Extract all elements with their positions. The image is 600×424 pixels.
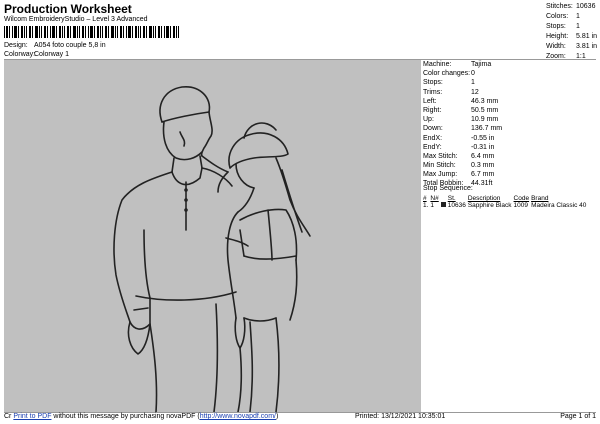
page-number: Page 1 of 1 [560,413,596,420]
detail-value: 50.5 mm [471,106,499,114]
cell-num: 1. [423,202,429,209]
detail-label: Max Jump: [423,171,458,179]
detail-value: 12 [471,88,479,96]
detail-row: Up: 10.9 mm [423,115,596,124]
detail-row: Machine: Tajima [423,60,596,69]
col-header: Description [467,195,501,202]
color-swatch [440,202,446,207]
stat-value: 1 [576,23,580,30]
page-title: Production Worksheet [4,2,132,16]
detail-value: 46.3 mm [471,97,499,105]
stat-row: Stops: 1 [546,22,597,32]
stat-value: 10636 [576,3,596,10]
table-row: 1. 1 10636 Sapphire Black 1009 Madeira C… [423,202,588,209]
detail-label: Left: [423,97,437,105]
detail-label: Down: [423,125,443,133]
detail-row: Stops: 1 [423,78,596,87]
software-name: Wilcom EmbroideryStudio – Level 3 Advanc… [4,16,148,23]
detail-row: Max Stitch: 6.4 mm [423,152,596,161]
detail-label: EndX: [423,134,443,142]
stat-value: 5.81 in [576,33,598,40]
detail-label: Max Stitch: [423,152,458,160]
design-preview [4,60,421,413]
detail-label: Trims: [423,88,443,96]
stat-row: Stitches: 10636 [546,2,597,12]
detail-value: 10.9 mm [471,116,499,124]
detail-label: Machine: [423,61,452,68]
detail-label: EndY: [423,143,442,151]
col-header [441,195,448,202]
stat-label: Height: [546,33,569,40]
stat-row: Height: 5.81 in [546,32,597,42]
detail-row: Color changes: 0 [423,69,596,78]
detail-value: 44.31ft [471,180,493,188]
detail-row: EndY: -0.31 in [423,143,596,152]
cell-n: 1 [430,202,435,209]
detail-row: EndX: -0.55 in [423,134,596,143]
footer-text: without this message by purchasing novaP… [51,413,200,420]
stop-sequence-heading: Stop Sequence: [423,185,473,192]
detail-label: Stops: [423,79,443,87]
detail-value: 6.7 mm [471,171,495,179]
stat-value: 3.81 in [576,43,598,50]
cell-description: Sapphire Black [467,202,512,209]
detail-label: Up: [423,116,434,124]
footer-prefix: Cr [4,413,12,420]
col-header: # [423,195,427,202]
detail-value: -0.55 in [471,134,495,142]
footer-suffix: ) [275,413,279,420]
detail-row: Max Jump: 6.7 mm [423,170,596,179]
detail-label: Right: [423,106,442,114]
stat-label: Colors: [546,13,569,20]
novapdf-link[interactable]: http://www.novapdf.com/ [200,413,276,420]
col-header: N# [430,195,439,202]
design-label: Design: [4,42,28,49]
printed-timestamp: Printed: 13/12/2021 10:35:01 [355,413,446,420]
cell-brand: Madeira Classic 40 [531,202,587,209]
stop-sequence-table: # N# St. Description Code Brand 1. 1 106… [423,195,588,209]
detail-value: -0.31 in [471,143,495,151]
stat-value: 1 [576,13,580,20]
detail-value: Tajima [471,61,492,68]
detail-row: Right: 50.5 mm [423,106,596,115]
col-header: St. [447,195,456,202]
detail-row: Trims: 12 [423,88,596,97]
detail-row: Down: 136.7 mm [423,124,596,133]
summary-stats: Stitches: 10636 Colors: 1 Stops: 1 Height: 5… [546,2,597,62]
stat-row: Width: 3.81 in [546,42,597,52]
stat-label: Stops: [546,23,566,30]
stat-label: Stitches: [546,3,573,10]
colorway-value: Colorway 1 [34,51,70,58]
colorway-label: Colorway: [4,51,36,58]
detail-value: 0.3 mm [471,162,495,170]
table-header-row: # N# St. Description Code Brand [423,195,588,202]
detail-value: 6.4 mm [471,152,495,160]
detail-row: Left: 46.3 mm [423,97,596,106]
col-header: Code [513,195,530,202]
detail-label: Color changes: [423,70,471,78]
cell-stitches: 10636 [447,202,466,209]
print-to-pdf-link[interactable]: Print to PDF [13,413,51,420]
detail-value: 0 [471,70,475,78]
detail-value: 136.7 mm [471,125,503,133]
stat-row: Colors: 1 [546,12,597,22]
col-header: Brand [531,195,549,202]
footer-notice: Cr Print to PDF without this message by … [4,413,278,420]
stat-label: Width: [546,43,566,50]
detail-label: Min Stitch: [423,162,456,170]
design-value: A054 foto couple 5,8 in [34,42,106,49]
detail-value: 1 [471,79,475,87]
color-swatch-cell [440,202,448,209]
barcode [4,26,179,38]
machine-details: Machine: Tajima Color changes: 0 Stops: 1 T… [423,60,596,189]
embroidery-couple-image [113,86,311,413]
cell-code: 1009 [513,202,529,209]
detail-row: Min Stitch: 0.3 mm [423,161,596,170]
